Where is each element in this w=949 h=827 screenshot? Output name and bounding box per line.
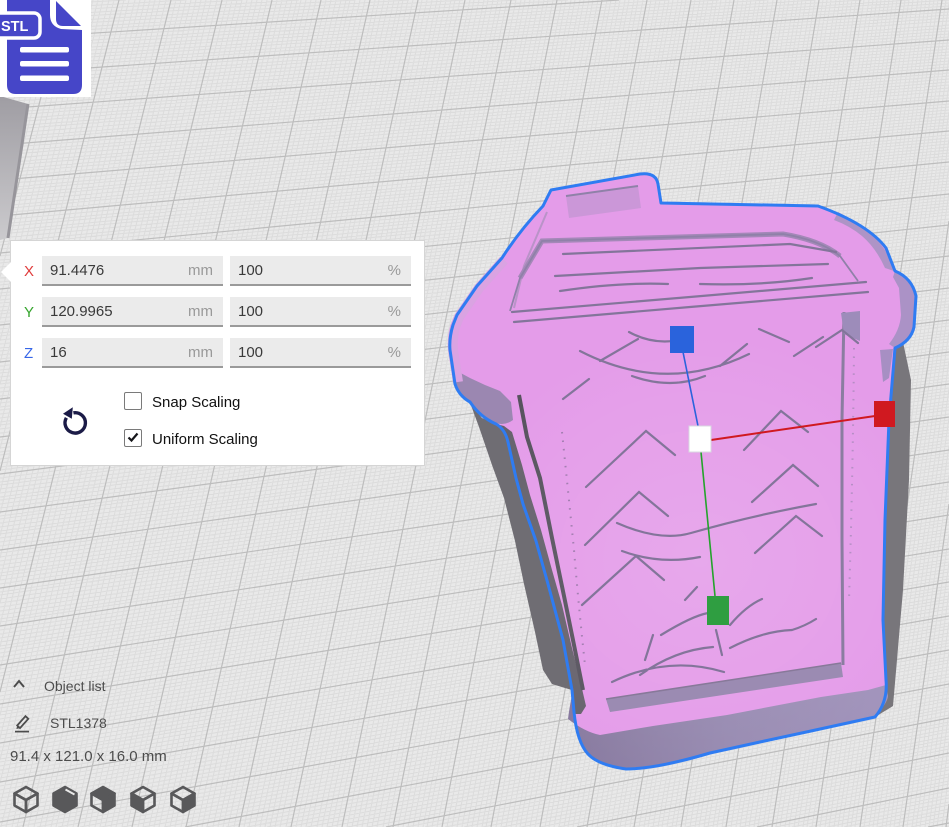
svg-text:STL: STL [1, 19, 29, 35]
